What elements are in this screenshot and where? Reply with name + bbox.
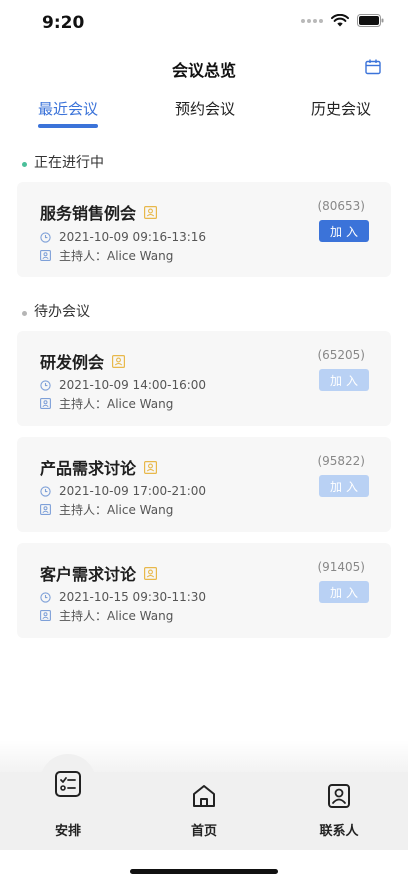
page-title: 会议总览 (171, 61, 236, 80)
section-pending-label: 待办会议 (34, 304, 90, 320)
meeting-title-row: 研发例会 (40, 349, 126, 373)
clock-icon (40, 231, 51, 243)
active-tab-indicator (38, 124, 98, 128)
meeting-host: 主持人：Alice Wang (59, 249, 174, 263)
meeting-code: (80653) (317, 199, 365, 213)
tab-history[interactable]: 历史会议 (311, 98, 371, 119)
join-button[interactable]: 加入 (319, 581, 369, 603)
meeting-host: 主持人：Alice Wang (59, 503, 174, 517)
battery-icon (357, 14, 384, 27)
meeting-time: 2021-10-09 14:00-16:00 (59, 378, 207, 392)
nav-contacts-label: 联系人 (319, 824, 359, 839)
clock-icon (40, 591, 51, 603)
host-badge-icon (144, 566, 158, 580)
meeting-title: 产品需求讨论 (40, 459, 137, 478)
meeting-card[interactable]: 服务销售例会 2021-10-09 09:16-13:16 主持人：Alice … (17, 182, 391, 277)
nav-arrange-label: 安排 (54, 824, 81, 839)
nav-contacts[interactable]: 联系人 (289, 772, 389, 850)
bottom-nav: 安排 首页 联系人 (0, 754, 408, 850)
tab-recent[interactable]: 最近会议 (38, 98, 98, 119)
pending-dot (22, 311, 27, 316)
section-ongoing-label: 正在进行中 (34, 155, 104, 171)
host-badge-icon (144, 205, 158, 219)
meeting-title-row: 服务销售例会 (40, 200, 158, 224)
calendar-icon[interactable] (364, 58, 382, 76)
status-time: 9:20 (42, 13, 85, 33)
checklist-icon (55, 771, 81, 797)
tab-scheduled[interactable]: 预约会议 (175, 98, 235, 119)
meeting-time-row: 2021-10-09 17:00-21:00 (40, 484, 206, 498)
home-icon (193, 785, 215, 807)
meeting-title: 研发例会 (40, 353, 105, 372)
join-button[interactable]: 加入 (319, 369, 369, 391)
host-badge-icon (112, 354, 126, 368)
join-button[interactable]: 加入 (319, 475, 369, 497)
meeting-time-row: 2021-10-09 14:00-16:00 (40, 378, 206, 392)
meeting-code: (95822) (317, 454, 365, 468)
wifi-icon (331, 14, 349, 27)
contact-icon (328, 784, 350, 808)
meeting-title: 客户需求讨论 (40, 565, 137, 584)
nav-home-label: 首页 (190, 824, 217, 839)
status-icons (301, 14, 384, 27)
meeting-host: 主持人：Alice Wang (59, 609, 174, 623)
home-indicator (130, 869, 278, 874)
header: 会议总览 (0, 50, 408, 84)
meeting-code: (91405) (317, 560, 365, 574)
host-icon (40, 610, 51, 621)
meeting-card[interactable]: 产品需求讨论 2021-10-09 17:00-21:00 主持人：Alice … (17, 437, 391, 532)
nav-arrange[interactable]: 安排 (18, 754, 118, 850)
ongoing-dot (22, 162, 27, 167)
meeting-time: 2021-10-15 09:30-11:30 (59, 590, 207, 604)
signal-icon (301, 18, 323, 23)
status-bar: 9:20 (0, 0, 408, 46)
meeting-card[interactable]: 客户需求讨论 2021-10-15 09:30-11:30 主持人：Alice … (17, 543, 391, 638)
clock-icon (40, 379, 51, 391)
host-badge-icon (144, 460, 158, 474)
meeting-time: 2021-10-09 17:00-21:00 (59, 484, 207, 498)
host-icon (40, 504, 51, 515)
meeting-host-row: 主持人：Alice Wang (40, 247, 173, 264)
meeting-host: 主持人：Alice Wang (59, 397, 174, 411)
host-icon (40, 398, 51, 409)
meeting-time: 2021-10-09 09:16-13:16 (59, 230, 207, 244)
meeting-title-row: 产品需求讨论 (40, 455, 158, 479)
meeting-title: 服务销售例会 (40, 204, 137, 223)
clock-icon (40, 485, 51, 497)
nav-home[interactable]: 首页 (154, 772, 254, 850)
meeting-title-row: 客户需求讨论 (40, 561, 158, 585)
meeting-host-row: 主持人：Alice Wang (40, 395, 173, 412)
meeting-time-row: 2021-10-09 09:16-13:16 (40, 230, 206, 244)
meeting-time-row: 2021-10-15 09:30-11:30 (40, 590, 206, 604)
meeting-code: (65205) (317, 348, 365, 362)
meeting-tabs: 最近会议 预约会议 历史会议 (0, 96, 408, 132)
host-icon (40, 250, 51, 261)
meeting-host-row: 主持人：Alice Wang (40, 501, 173, 518)
meeting-card[interactable]: 研发例会 2021-10-09 14:00-16:00 主持人：Alice Wa… (17, 331, 391, 426)
join-button[interactable]: 加入 (319, 220, 369, 242)
meeting-host-row: 主持人：Alice Wang (40, 607, 173, 624)
